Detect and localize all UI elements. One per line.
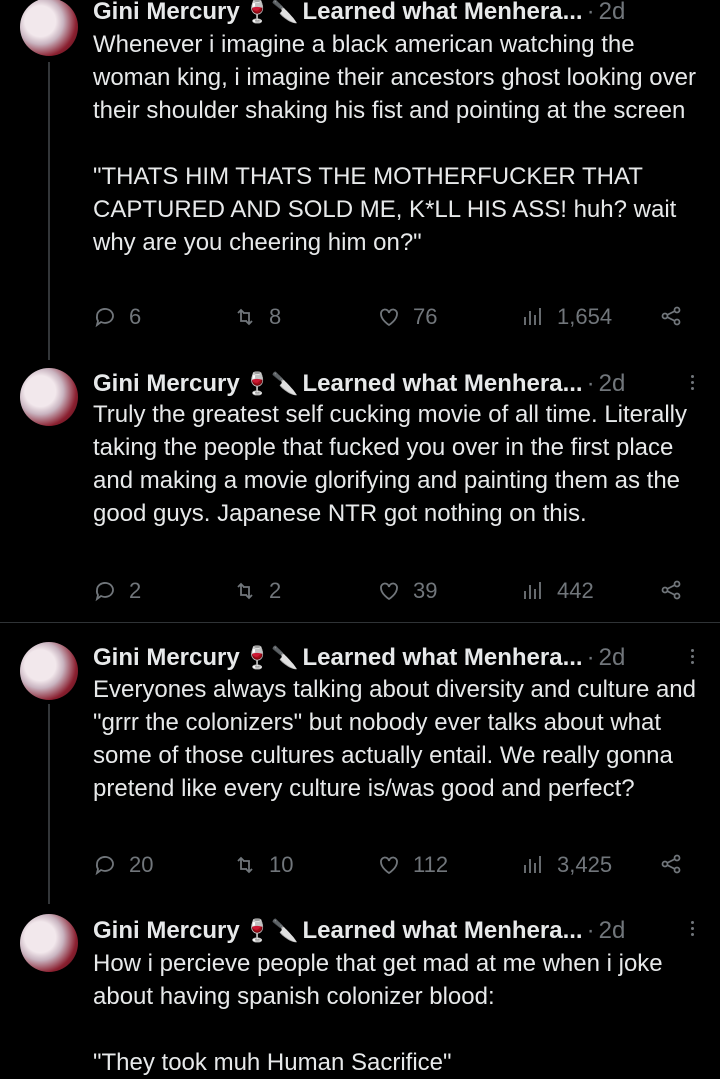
timestamp[interactable]: 2d [599,917,626,945]
like-button[interactable]: 39 [377,578,437,604]
tweet-text: Everyones always talking about diversity… [93,676,703,802]
author-emojis: 🍷🔪 [243,371,299,396]
tweet[interactable]: Gini Mercury 🍷🔪 Learned what Menhera... … [0,0,720,340]
avatar[interactable] [20,914,78,972]
tweet-divider [0,622,720,623]
avatar[interactable] [20,368,78,426]
views-icon [524,308,541,325]
more-icon [690,649,694,652]
share-button[interactable] [659,304,695,328]
separator-dot: · [586,370,595,397]
author-name[interactable]: Gini Mercury [93,0,240,26]
tweet-text: Whenever i imagine a black american watc… [93,31,696,256]
reply-icon [95,582,114,602]
separator-dot: · [586,644,595,671]
more-icon [690,921,694,924]
like-count: 39 [413,578,438,603]
more-options-button[interactable] [688,372,696,393]
views-icon [524,582,541,599]
views-button[interactable]: 3,425 [521,852,612,878]
avatar[interactable] [20,642,78,700]
timestamp[interactable]: 2d [599,0,626,26]
timestamp[interactable]: 2d [599,370,626,398]
author-name[interactable]: Gini Mercury [93,644,240,672]
retweet-icon [237,856,253,874]
author-bio[interactable]: Learned what Menhera... [303,370,583,398]
tweet-text: How i percieve people that get mad at me… [93,950,663,1076]
separator-dot: · [586,0,595,25]
share-icon [661,306,681,326]
views-button[interactable]: 442 [521,578,594,604]
views-count: 1,654 [557,304,613,329]
more-options-button[interactable] [688,646,696,667]
retweet-icon [237,308,253,326]
retweet-count: 8 [269,304,282,329]
share-button[interactable] [659,578,695,602]
views-count: 442 [557,578,594,603]
like-button[interactable]: 112 [377,852,448,878]
action-bar: 2 2 39 442 [93,578,690,612]
author-name[interactable]: Gini Mercury [93,917,240,945]
action-bar: 20 10 112 3,425 [93,852,690,886]
author-emojis: 🍷🔪 [243,0,299,24]
reply-icon [95,308,114,328]
share-icon [661,854,681,874]
reply-count: 20 [129,852,154,877]
retweet-button[interactable]: 2 [233,578,281,604]
reply-icon [95,856,114,876]
author-bio[interactable]: Learned what Menhera... [303,644,583,672]
reply-button[interactable]: 20 [93,852,153,878]
retweet-count: 10 [269,852,294,877]
share-button[interactable] [659,852,695,876]
like-icon [380,856,398,875]
more-icon [690,375,694,378]
views-count: 3,425 [557,852,613,877]
like-count: 76 [413,304,438,329]
tweet-text: Truly the greatest self cucking movie of… [93,401,694,527]
like-icon [380,308,398,327]
retweet-button[interactable]: 8 [233,304,281,330]
author-emojis: 🍷🔪 [243,645,299,670]
views-button[interactable]: 1,654 [521,304,612,330]
author-bio[interactable]: Learned what Menhera... [303,0,583,26]
separator-dot: · [586,917,595,944]
share-icon [661,580,681,600]
retweet-icon [237,582,253,600]
retweet-count: 2 [269,578,282,603]
timestamp[interactable]: 2d [599,644,626,672]
tweet[interactable]: Gini Mercury 🍷🔪 Learned what Menhera... … [0,366,720,616]
views-icon [524,856,541,873]
author-name[interactable]: Gini Mercury [93,370,240,398]
reply-count: 6 [129,304,142,329]
reply-button[interactable]: 2 [93,578,141,604]
author-emojis: 🍷🔪 [243,918,299,943]
reply-button[interactable]: 6 [93,304,141,330]
tweet[interactable]: Gini Mercury 🍷🔪 Learned what Menhera... … [0,640,720,890]
author-bio[interactable]: Learned what Menhera... [303,917,583,945]
tweet[interactable]: Gini Mercury 🍷🔪 Learned what Menhera... … [0,912,720,1076]
reply-count: 2 [129,578,142,603]
like-button[interactable]: 76 [377,304,437,330]
like-icon [380,582,398,601]
action-bar: 6 8 76 1,654 [93,304,690,338]
retweet-button[interactable]: 10 [233,852,293,878]
more-options-button[interactable] [688,918,696,939]
avatar[interactable] [20,0,78,56]
like-count: 112 [413,852,449,877]
